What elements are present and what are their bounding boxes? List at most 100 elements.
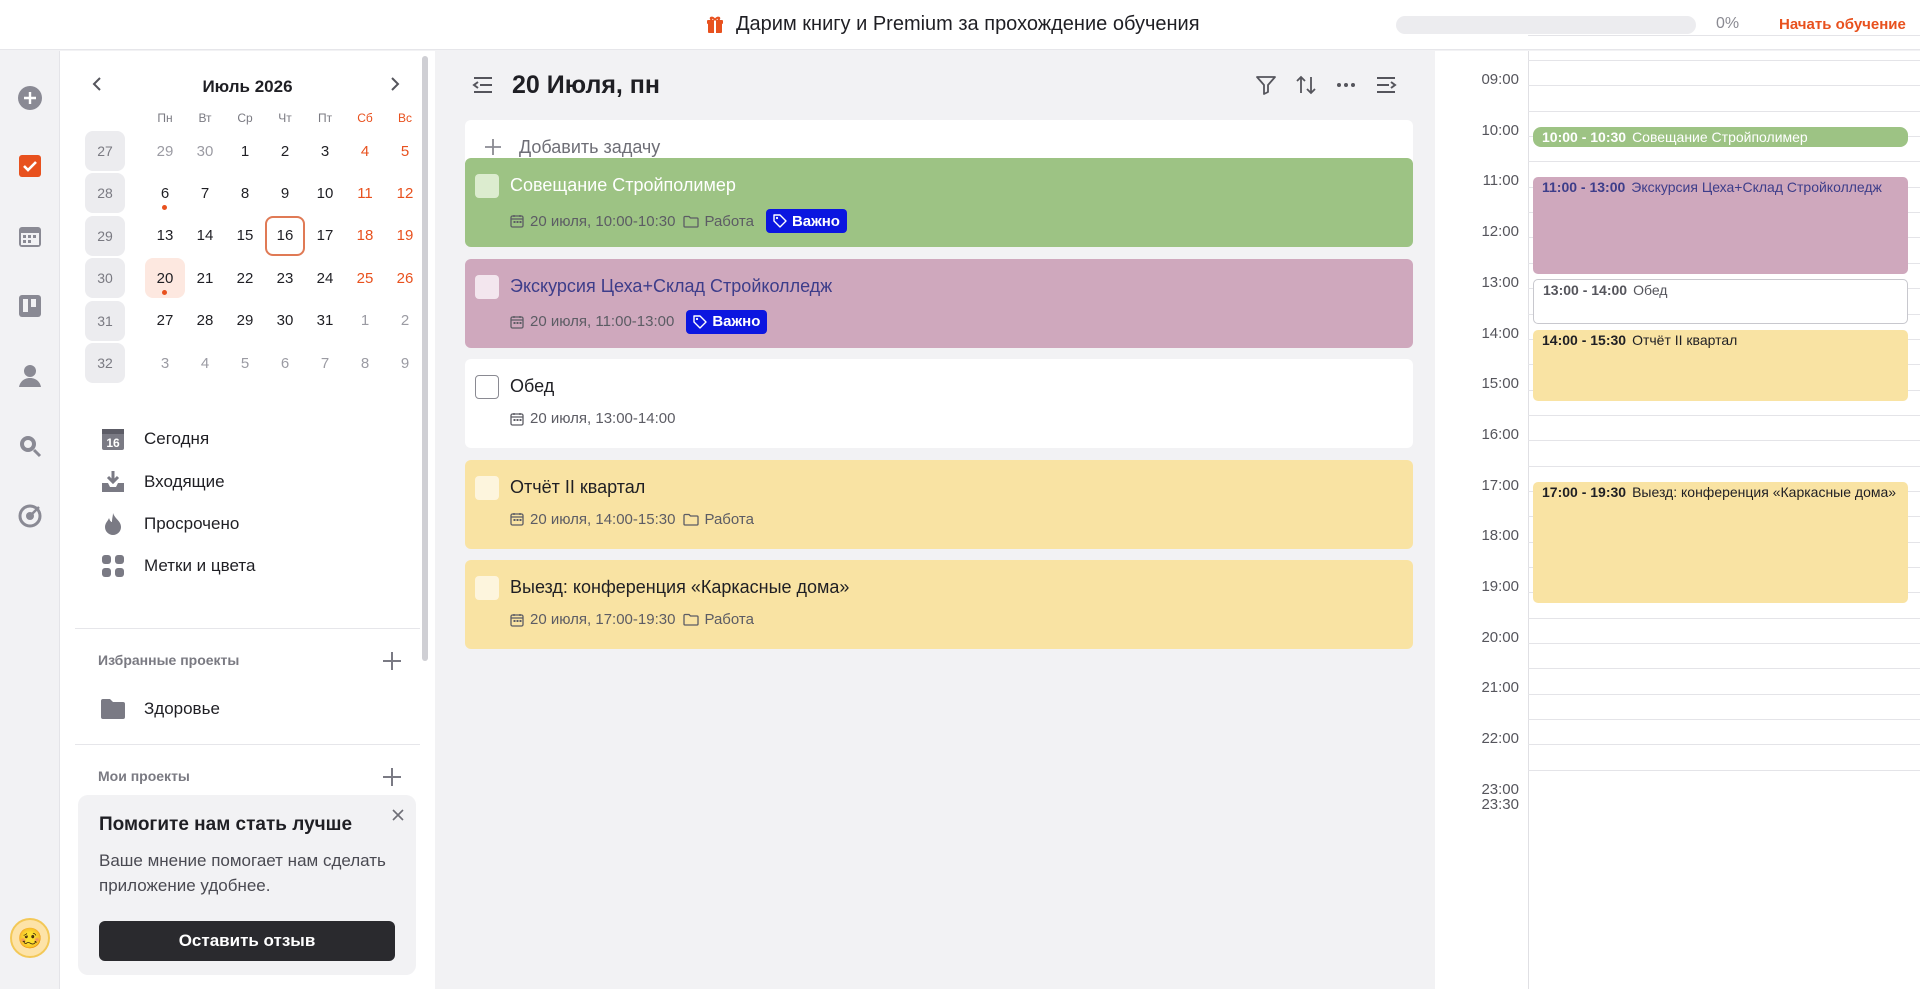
checkbox-icon[interactable] — [15, 151, 45, 181]
calendar-day[interactable]: 30 — [185, 131, 225, 171]
calendar-day[interactable]: 25 — [345, 258, 385, 298]
task-card[interactable]: Выезд: конференция «Каркасные дома» 20 ию… — [465, 560, 1413, 649]
task-checkbox[interactable] — [475, 576, 499, 600]
calendar-day[interactable]: 21 — [185, 258, 225, 298]
calendar-day[interactable]: 8 — [345, 343, 385, 383]
task-checkbox[interactable] — [475, 475, 499, 500]
calendar-day[interactable]: 14 — [185, 216, 225, 256]
calendar-day[interactable]: 12 — [385, 173, 425, 213]
calendar-day[interactable]: 3 — [145, 343, 185, 383]
calendar-day[interactable]: 5 — [385, 131, 425, 171]
calendar-day[interactable]: 7 — [185, 173, 225, 213]
calendar-day[interactable]: 22 — [225, 258, 265, 298]
add-circle-icon[interactable] — [15, 83, 45, 113]
calendar-day[interactable]: 26 — [385, 258, 425, 298]
hour-gridline — [1528, 161, 1920, 163]
calendar-day[interactable]: 24 — [305, 258, 345, 298]
calendar-day[interactable]: 7 — [305, 343, 345, 383]
calendar-day[interactable]: 2 — [385, 301, 425, 341]
calendar-day[interactable]: 29 — [145, 131, 185, 171]
close-icon[interactable] — [390, 807, 406, 823]
nav-overdue[interactable]: Просрочено — [100, 506, 420, 542]
timeline-event[interactable]: 11:00 - 13:00 Экскурсия Цеха+Склад Стройк… — [1533, 177, 1908, 274]
task-project[interactable]: Работа — [683, 611, 754, 628]
leave-feedback-button[interactable]: Оставить отзыв — [99, 921, 395, 961]
calendar-day[interactable]: 17 — [305, 216, 345, 256]
task-card[interactable]: Обед 20 июля, 13:00-14:00 — [465, 359, 1413, 448]
calendar-day[interactable]: 31 — [305, 301, 345, 341]
calendar-day[interactable]: 18 — [345, 216, 385, 256]
timeline-event[interactable]: 13:00 - 14:00 Обед — [1533, 278, 1908, 325]
add-favorite-button[interactable] — [380, 649, 404, 673]
task-tag-important[interactable]: Важно — [686, 309, 768, 334]
task-tag-important[interactable]: Важно — [765, 209, 847, 233]
calendar-icon[interactable] — [15, 221, 45, 251]
week-number[interactable]: 31 — [85, 300, 125, 341]
calendar-day[interactable]: 19 — [385, 216, 425, 256]
nav-today[interactable]: 16 Сегодня — [100, 421, 420, 457]
timeline-event[interactable]: 10:00 - 10:30 Совещание Стройполимер — [1533, 126, 1908, 148]
task-card[interactable]: Экскурсия Цеха+Склад Стройколледж 20 июля… — [465, 258, 1413, 348]
nav-labels[interactable]: Метки и цвета — [100, 548, 420, 584]
calendar-day[interactable]: 9 — [385, 343, 425, 383]
nav-inbox[interactable]: Входящие — [100, 464, 420, 500]
event-time: 10:00 - 10:30 — [1542, 128, 1627, 145]
toggle-timeline-button[interactable] — [1373, 72, 1399, 98]
timeline-event[interactable]: 17:00 - 19:30 Выезд: конференция «Каркасн… — [1533, 481, 1908, 604]
promo[interactable]: Дарим книгу и Premium за прохождение обу… — [706, 13, 1200, 36]
filter-button[interactable] — [1253, 72, 1279, 98]
start-learning-link[interactable]: Начать обучение — [1779, 16, 1906, 33]
calendar-day[interactable]: 11 — [345, 173, 385, 213]
task-project[interactable]: Работа — [683, 511, 754, 528]
timeline-event[interactable]: 14:00 - 15:30 Отчёт II квартал — [1533, 329, 1908, 401]
search-icon[interactable] — [15, 431, 45, 461]
calendar-day[interactable]: 1 — [225, 131, 265, 171]
task-card[interactable]: Отчёт II квартал 20 июля, 14:00-15:30 Рабо… — [465, 459, 1413, 549]
add-project-button[interactable] — [380, 765, 404, 789]
week-number[interactable]: 32 — [85, 343, 125, 383]
calendar-day[interactable]: 10 — [305, 173, 345, 213]
board-icon[interactable] — [15, 291, 45, 321]
week-number[interactable]: 27 — [85, 131, 125, 171]
collapse-sidebar-button[interactable] — [470, 72, 496, 98]
calendar-day[interactable]: 6 — [145, 173, 185, 213]
calendar-day[interactable]: 30 — [265, 301, 305, 341]
task-checkbox[interactable] — [475, 274, 499, 299]
next-month-button[interactable] — [380, 69, 410, 99]
calendar-day-number: 28 — [196, 312, 214, 330]
calendar-day[interactable]: 23 — [265, 258, 305, 298]
calendar-day[interactable]: 20 — [145, 258, 185, 299]
more-button[interactable] — [1333, 72, 1359, 98]
calendar-day[interactable]: 3 — [305, 131, 345, 171]
calendar-day[interactable]: 9 — [265, 173, 305, 213]
calendar-day[interactable]: 13 — [145, 216, 185, 256]
task-project[interactable]: Работа — [683, 213, 754, 230]
sidebar-scrollbar[interactable] — [422, 56, 428, 661]
user-icon[interactable] — [15, 361, 45, 391]
calendar-day[interactable]: 16 — [265, 215, 305, 256]
calendar-day[interactable]: 28 — [185, 301, 225, 341]
calendar-day[interactable]: 1 — [345, 301, 385, 341]
avatar[interactable]: 🥴 — [10, 918, 50, 958]
task-checkbox[interactable] — [475, 375, 499, 399]
calendar-day[interactable]: 29 — [225, 301, 265, 341]
calendar-day[interactable]: 2 — [265, 131, 305, 171]
hour-gridline — [1528, 693, 1920, 695]
task-card[interactable]: Совещание Стройполимер 20 июля, 10:00-10:… — [465, 158, 1413, 247]
week-number[interactable]: 29 — [85, 215, 125, 256]
calendar-day[interactable]: 6 — [265, 343, 305, 383]
weekday-label: Пн — [157, 111, 173, 125]
calendar-day[interactable]: 15 — [225, 216, 265, 256]
calendar-day[interactable]: 5 — [225, 343, 265, 383]
week-number[interactable]: 28 — [85, 173, 125, 214]
sort-button[interactable] — [1293, 72, 1319, 98]
calendar-day[interactable]: 8 — [225, 173, 265, 213]
calendar-day-number: 3 — [160, 354, 170, 372]
target-icon[interactable] — [15, 501, 45, 531]
calendar-day[interactable]: 27 — [145, 301, 185, 341]
project-health[interactable]: Здоровье — [100, 691, 420, 727]
task-checkbox[interactable] — [475, 174, 499, 198]
week-number[interactable]: 30 — [85, 258, 125, 299]
calendar-day[interactable]: 4 — [345, 131, 385, 171]
calendar-day[interactable]: 4 — [185, 343, 225, 383]
